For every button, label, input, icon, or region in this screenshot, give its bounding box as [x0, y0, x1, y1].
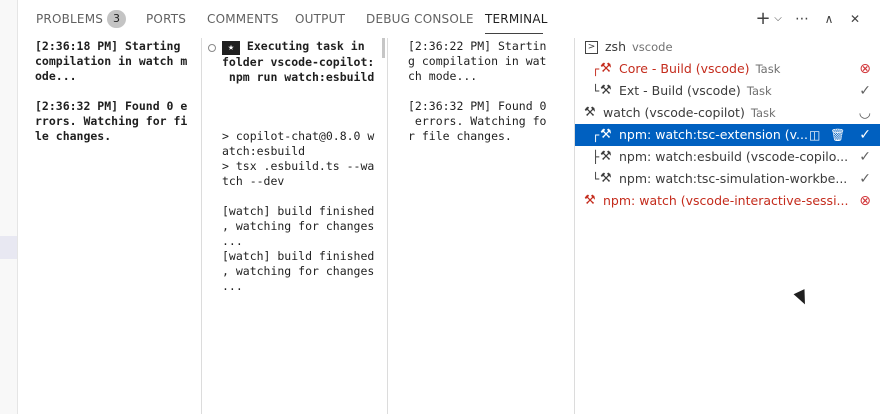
maximize-panel-icon[interactable]: ∧	[821, 9, 837, 29]
panel: PROBLEMS 3 PORTS COMMENTS OUTPUT DEBUG C…	[17, 0, 880, 414]
terminal-output: [2:36:22 PM] Startin g compilation in wa…	[408, 39, 547, 143]
terminal-list-label: npm: watch:tsc-extension (v...	[619, 127, 808, 142]
terminal-output: [2:36:18 PM] Starting compilation in wat…	[35, 39, 188, 143]
scrollbar[interactable]	[382, 38, 385, 58]
terminal-icon: >	[585, 41, 598, 54]
split-terminal-icon[interactable]: ◫	[809, 128, 820, 142]
terminal-list-item-selected[interactable]: ┌ ⚒ npm: watch:tsc-extension (v... ◫ 🗑 ✓	[575, 124, 880, 146]
terminal-output: > copilot-chat@0.8.0 w atch:esbuild > ts…	[222, 129, 375, 293]
panel-tab-bar: PROBLEMS 3 PORTS COMMENTS OUTPUT DEBUG C…	[18, 0, 880, 38]
terminal-list-item[interactable]: └ ⚒ Ext - Build (vscode) Task ✓	[575, 80, 880, 102]
tab-problems[interactable]: PROBLEMS	[36, 12, 103, 26]
tools-icon: ⚒	[600, 171, 612, 186]
running-status-icon: ◡	[858, 105, 871, 121]
terminal-list-label: npm: watch (vscode-interactive-sessi...	[603, 193, 849, 208]
active-tab-indicator	[485, 33, 543, 34]
terminal-list-item[interactable]: ├ ⚒ npm: watch:esbuild (vscode-copilo...…	[575, 146, 880, 168]
tab-output[interactable]: OUTPUT	[295, 12, 345, 26]
tools-icon: ⚒	[600, 83, 612, 98]
terminal-list-label: zsh vscode	[605, 39, 673, 54]
terminal-list-label: npm: watch:esbuild (vscode-copilo...	[619, 149, 849, 164]
left-gutter	[0, 0, 17, 414]
task-header-text: Executing task in folder vscode-copilot:…	[222, 39, 375, 84]
terminal-pane-2[interactable]: ★ Executing task in folder vscode-copilo…	[202, 38, 387, 414]
terminal-list-item[interactable]: ┌ ⚒ Core - Build (vscode) Task ⊗	[575, 58, 880, 80]
terminal-list-label: Core - Build (vscode) Task	[619, 61, 781, 76]
tree-connector: ┌	[592, 62, 600, 76]
tools-icon: ⚒	[600, 149, 612, 164]
problems-count-badge: 3	[107, 10, 126, 28]
check-icon: ✓	[859, 171, 871, 187]
tools-icon: ⚒	[584, 105, 596, 120]
terminal-tabs-list: > zsh vscode ┌ ⚒ Core - Build (vscode) Tas…	[575, 38, 880, 414]
terminal-pane-3[interactable]: [2:36:22 PM] Startin g compilation in wa…	[408, 38, 568, 414]
terminal-list-label: Ext - Build (vscode) Task	[619, 83, 772, 98]
trash-icon[interactable]: 🗑	[830, 128, 845, 142]
check-icon: ✓	[859, 127, 871, 143]
error-status-icon: ⊗	[859, 193, 871, 209]
tree-connector: ├	[592, 150, 600, 164]
terminal-list-item[interactable]: ⚒ npm: watch (vscode-interactive-sessi..…	[575, 190, 880, 212]
tab-ports[interactable]: PORTS	[146, 12, 186, 26]
star-icon: ★	[222, 41, 240, 55]
more-actions-icon[interactable]: ⋯	[793, 9, 811, 29]
tools-icon: ⚒	[600, 61, 612, 76]
tab-debug-console[interactable]: DEBUG CONSOLE	[366, 12, 474, 26]
terminal-list-item[interactable]: ⚒ watch (vscode-copilot) Task ◡	[575, 102, 880, 124]
tools-icon: ⚒	[600, 127, 612, 142]
terminal-pane-1[interactable]: [2:36:18 PM] Starting compilation in wat…	[35, 38, 200, 414]
tab-comments[interactable]: COMMENTS	[207, 12, 279, 26]
new-terminal-icon[interactable]: +	[755, 9, 771, 29]
chevron-down-icon[interactable]: ⌵	[772, 9, 784, 29]
error-status-icon: ⊗	[859, 61, 871, 77]
tools-icon: ⚒	[584, 193, 596, 208]
tree-connector: └	[592, 84, 600, 98]
terminal-list-label: npm: watch:tsc-simulation-workbe...	[619, 171, 848, 186]
terminal-list-item[interactable]: └ ⚒ npm: watch:tsc-simulation-workbe... …	[575, 168, 880, 190]
row-actions: ◫ 🗑	[809, 124, 845, 146]
left-gutter-highlight	[0, 236, 17, 259]
tab-terminal[interactable]: TERMINAL	[485, 12, 548, 26]
terminal-list-item[interactable]: > zsh vscode	[575, 36, 880, 58]
close-panel-icon[interactable]: ✕	[847, 9, 863, 29]
pane-divider[interactable]	[387, 38, 388, 414]
check-icon: ✓	[859, 149, 871, 165]
terminal-list-label: watch (vscode-copilot) Task	[603, 105, 776, 120]
tree-connector: ┌	[592, 128, 600, 142]
task-status-icon	[208, 44, 216, 52]
tree-connector: └	[592, 172, 600, 186]
check-icon: ✓	[859, 83, 871, 99]
task-header: ★ Executing task in folder vscode-copilo…	[222, 39, 374, 85]
